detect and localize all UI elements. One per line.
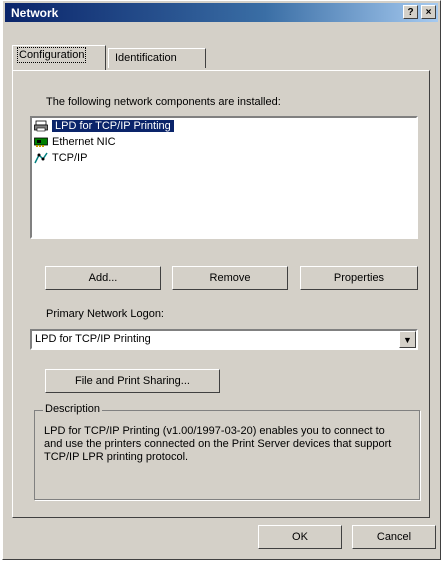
- installed-components-label: The following network components are ins…: [46, 96, 281, 108]
- title-bar[interactable]: Network ? ×: [5, 3, 438, 22]
- help-button[interactable]: ?: [403, 5, 418, 19]
- close-button[interactable]: ×: [421, 5, 436, 19]
- component-label: Ethernet NIC: [52, 136, 116, 148]
- tab-configuration[interactable]: Configuration: [12, 45, 106, 70]
- tab-identification[interactable]: Identification: [108, 48, 206, 68]
- list-item[interactable]: TCP/IP: [32, 150, 416, 166]
- printer-service-icon: [34, 120, 48, 132]
- description-group: Description LPD for TCP/IP Printing (v1.…: [34, 403, 420, 500]
- description-legend: Description: [43, 403, 103, 415]
- tab-identification-label: Identification: [115, 52, 177, 64]
- protocol-icon: [34, 152, 48, 164]
- chevron-down-icon[interactable]: ▼: [399, 331, 416, 348]
- properties-button[interactable]: Properties: [300, 266, 418, 290]
- network-adapter-icon: [34, 137, 48, 147]
- primary-logon-select[interactable]: LPD for TCP/IP Printing ▼: [30, 329, 418, 350]
- remove-button[interactable]: Remove: [172, 266, 288, 290]
- tab-configuration-label: Configuration: [16, 47, 87, 63]
- ok-button[interactable]: OK: [258, 525, 342, 549]
- components-listbox[interactable]: LPD for TCP/IP Printing Ethernet NIC TCP…: [30, 116, 418, 239]
- add-button[interactable]: Add...: [45, 266, 161, 290]
- window-title: Network: [11, 6, 59, 20]
- primary-logon-value: LPD for TCP/IP Printing: [35, 333, 151, 345]
- description-text: LPD for TCP/IP Printing (v1.00/1997-03-2…: [44, 425, 392, 463]
- component-label: LPD for TCP/IP Printing: [52, 120, 174, 132]
- list-item[interactable]: Ethernet NIC: [32, 134, 416, 150]
- list-item[interactable]: LPD for TCP/IP Printing: [32, 118, 416, 134]
- file-print-sharing-button[interactable]: File and Print Sharing...: [45, 369, 220, 393]
- cancel-button[interactable]: Cancel: [352, 525, 436, 549]
- primary-logon-label: Primary Network Logon:: [46, 308, 164, 320]
- component-label: TCP/IP: [52, 152, 88, 164]
